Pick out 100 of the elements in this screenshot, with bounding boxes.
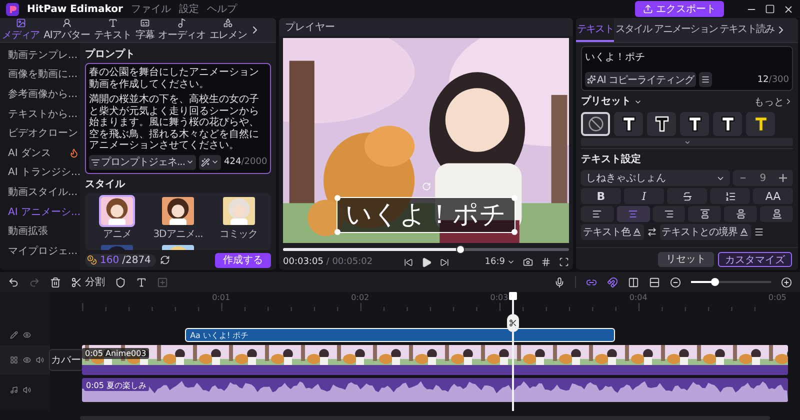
media-tab[interactable]: エレメン xyxy=(207,18,249,42)
magnet-button[interactable] xyxy=(607,276,618,288)
grid-button[interactable] xyxy=(541,257,551,267)
fit-button[interactable] xyxy=(649,276,660,288)
font-size-stepper[interactable]: 9 xyxy=(733,170,793,186)
font-dropdown[interactable]: しねきゃぷしょん xyxy=(581,170,730,186)
preset-button[interactable] xyxy=(746,112,775,136)
sidebar-item[interactable]: 参考画像から... xyxy=(0,84,80,104)
export-button[interactable]: エクスポート xyxy=(635,1,724,17)
sidebar-item[interactable]: 画像を動画に... xyxy=(0,64,80,84)
audio-clip[interactable]: 0:05 夏の楽しみ xyxy=(82,378,788,402)
alignment-button[interactable] xyxy=(581,206,614,222)
create-button[interactable]: 作成する xyxy=(215,252,271,268)
aspect-ratio-dropdown[interactable]: 16:9 xyxy=(484,257,515,267)
reset-button[interactable]: リセット xyxy=(658,252,714,266)
marker-button[interactable] xyxy=(115,276,126,288)
preset-button[interactable] xyxy=(647,112,676,136)
text-clip[interactable]: Aa いくよ! ポチ xyxy=(185,328,615,342)
border-color-button[interactable]: テキストとの境界 xyxy=(660,224,750,240)
maximize-button[interactable] xyxy=(765,4,775,14)
refresh-button[interactable] xyxy=(160,255,170,265)
media-tab[interactable]: 字幕 xyxy=(133,18,156,42)
sidebar-item[interactable]: AI ダンス xyxy=(0,142,80,163)
close-button[interactable] xyxy=(783,4,794,14)
grid-icon xyxy=(10,356,18,364)
style-label: コミック xyxy=(220,228,258,240)
preset-button[interactable] xyxy=(713,112,742,136)
alignment-button[interactable] xyxy=(724,206,758,222)
menu-item[interactable]: ファイル xyxy=(130,2,171,16)
menu-item[interactable]: ヘルプ xyxy=(206,2,237,16)
style-thumbnail[interactable] xyxy=(220,194,257,226)
delete-button[interactable] xyxy=(50,276,61,288)
wand-icon xyxy=(201,158,210,166)
play-button[interactable] xyxy=(420,256,432,268)
fullscreen-button[interactable] xyxy=(559,257,569,267)
swap-button[interactable] xyxy=(646,227,656,237)
sidebar-item[interactable]: AI トランジシ... xyxy=(0,162,80,182)
menu-item[interactable]: 設定 xyxy=(178,2,199,16)
media-tab[interactable]: オーディオ xyxy=(156,18,208,42)
progress-track[interactable] xyxy=(283,248,569,251)
prompt-options-button[interactable] xyxy=(199,154,222,170)
zoom-thumb[interactable] xyxy=(711,278,719,286)
sidebar-item[interactable]: 動画拡張 xyxy=(0,221,80,241)
text-button[interactable] xyxy=(136,276,147,288)
line-spacing-button[interactable] xyxy=(710,188,750,204)
italic-button[interactable]: I xyxy=(624,188,664,204)
alignment-button[interactable] xyxy=(688,206,722,222)
preset-button[interactable] xyxy=(680,112,709,136)
preset-button[interactable] xyxy=(581,112,610,136)
more-link[interactable]: もっと xyxy=(754,94,793,108)
customize-button[interactable]: カスタマイズ xyxy=(718,252,792,266)
inspector-tab[interactable]: テキスト読み xyxy=(718,18,776,42)
export-icon xyxy=(643,4,653,14)
split-marker[interactable] xyxy=(507,314,520,332)
strikethrough-button[interactable] xyxy=(667,188,707,204)
zoom-in-button[interactable] xyxy=(781,276,792,288)
text-color-button[interactable]: テキスト色 xyxy=(581,224,644,240)
chevron-icon xyxy=(784,97,793,106)
sidebar-item[interactable]: マイプロジェ... xyxy=(0,240,80,261)
split-button[interactable]: 分割 xyxy=(71,275,105,289)
border-style-button[interactable] xyxy=(754,227,764,237)
sidebar-item[interactable]: 動画スタイル... xyxy=(0,182,80,202)
progress-thumb[interactable] xyxy=(456,245,466,254)
sidebar-item[interactable]: 動画テンプレ... xyxy=(0,45,80,65)
music-icon xyxy=(176,18,187,28)
format-button[interactable] xyxy=(698,72,712,87)
bold-button[interactable]: B xyxy=(581,188,621,204)
cover-button[interactable]: カバー xyxy=(49,349,83,371)
style-thumbnail[interactable] xyxy=(160,194,196,226)
inspector-tab[interactable]: アニメーション xyxy=(652,18,719,42)
sidebar-item[interactable]: ビデオクローン xyxy=(0,123,80,143)
snapshot-button[interactable] xyxy=(523,257,533,267)
split-view-button[interactable] xyxy=(628,276,639,288)
ai-copywriting-button[interactable]: AI コピーライティング xyxy=(585,72,696,87)
style-thumbnail[interactable] xyxy=(99,194,136,226)
undo-button[interactable] xyxy=(8,276,19,288)
speaker-icon xyxy=(23,386,31,394)
sidebar-item[interactable]: AI アニメーシ... xyxy=(0,202,80,222)
zoom-out-button[interactable] xyxy=(670,276,681,288)
alignment-button[interactable] xyxy=(652,206,686,222)
media-tab[interactable]: メディア xyxy=(0,18,42,42)
selection-handle[interactable] xyxy=(512,229,518,235)
microphone-button[interactable] xyxy=(554,276,565,288)
playhead[interactable] xyxy=(507,292,520,411)
caption-field[interactable]: いくよ！ポチ xyxy=(585,50,789,72)
case-button[interactable]: AA xyxy=(753,188,793,204)
media-tab[interactable]: テキスト xyxy=(92,18,134,42)
prompt-generator-dropdown[interactable]: プロンプトジェネ... xyxy=(89,154,196,170)
previous-frame-button[interactable] xyxy=(404,258,412,266)
inspector-tab[interactable]: テキスト xyxy=(576,18,614,42)
media-tab[interactable]: AIアバター xyxy=(42,18,92,42)
preset-button[interactable] xyxy=(614,112,643,136)
inspector-tab[interactable]: スタイル xyxy=(614,18,653,42)
alignment-button[interactable] xyxy=(760,206,793,222)
prompt-field[interactable]: 春の公園を舞台にしたアニメーション動画を作成してください。 満開の桜並木の下を、高校生の女の子と柴犬が元気よく走り回るシーンから始まります。風に舞う桜の花びらや、空を飛ぶ鳥、揺れる木々などを自然にアニメーションさせてください。 xyxy=(89,67,267,152)
plus-icon xyxy=(778,174,787,182)
playhead-handle[interactable] xyxy=(509,292,518,300)
sidebar-item[interactable]: テキストから... xyxy=(0,104,80,124)
video-clip[interactable]: 0:05 Anime003 xyxy=(82,345,788,375)
next-frame-button[interactable] xyxy=(440,258,448,266)
